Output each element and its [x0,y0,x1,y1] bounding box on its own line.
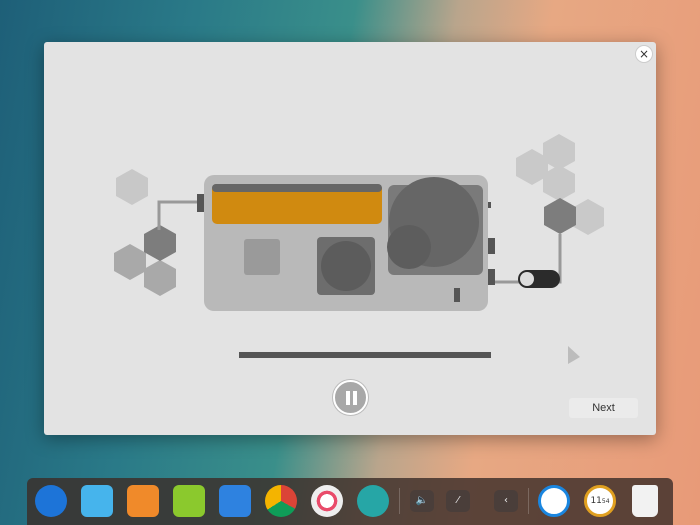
dock-separator [528,488,529,514]
pause-button[interactable] [333,380,368,415]
dock: 🔈 ⁄ ‹ 1154PM [27,478,673,525]
file-manager-icon[interactable] [81,485,113,517]
dock-separator [399,488,400,514]
welcome-dialog: × Next [44,42,656,435]
collapse-tray-button[interactable]: ‹ [494,490,518,512]
volume-button[interactable]: 🔈 [410,490,434,512]
trash-icon[interactable] [632,485,658,517]
close-button[interactable]: × [635,45,653,63]
app-store-icon[interactable] [127,485,159,517]
music-icon[interactable] [173,485,205,517]
circuit-board-illustration [114,134,604,364]
launcher-icon[interactable] [35,485,67,517]
movie-icon[interactable] [219,485,251,517]
deepin-connect-icon[interactable] [357,485,389,517]
chrome-icon[interactable] [265,485,297,517]
next-button[interactable]: Next [569,398,638,418]
clock-minute: 54 [601,498,610,505]
pen-button[interactable]: ⁄ [446,490,470,512]
power-icon[interactable] [538,485,570,517]
settings-icon[interactable] [311,485,343,517]
clock-hour: 11 [590,496,602,506]
clock-widget[interactable]: 1154PM [584,485,616,517]
